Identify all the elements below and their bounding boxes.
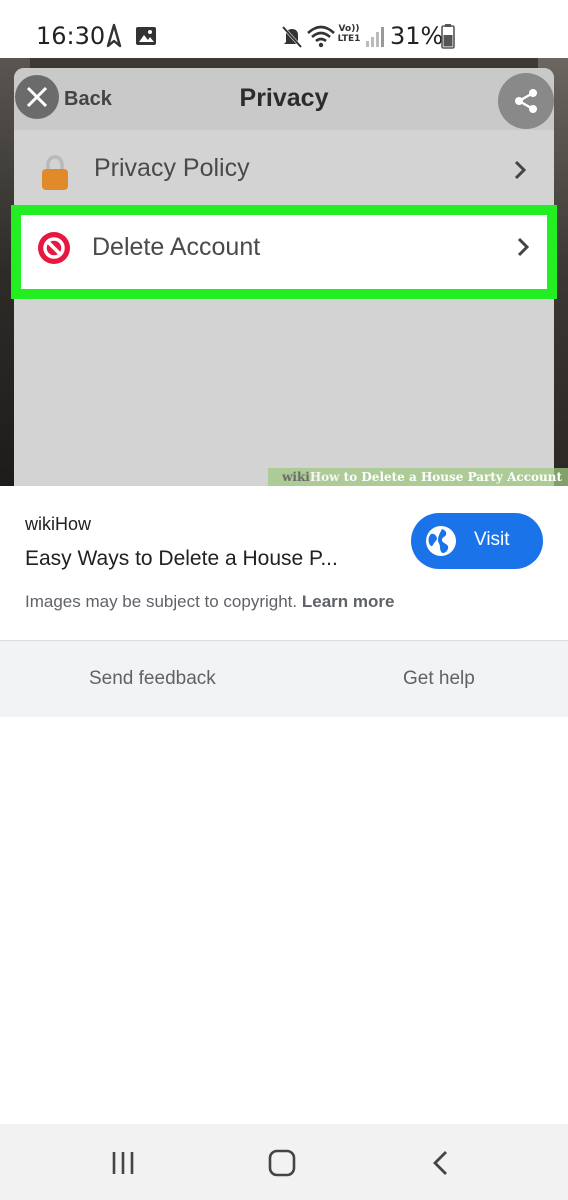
back-nav-icon[interactable] xyxy=(424,1148,458,1178)
navigation-icon xyxy=(106,23,122,48)
pictured-row-label: Privacy Policy xyxy=(94,154,250,182)
close-button[interactable] xyxy=(15,75,59,119)
close-icon xyxy=(26,86,48,108)
visit-button[interactable]: Visit xyxy=(411,513,543,569)
learn-more-link[interactable]: Learn more xyxy=(302,592,395,611)
pictured-title: Privacy xyxy=(239,84,329,112)
mute-icon xyxy=(281,25,303,49)
chevron-right-icon xyxy=(514,160,527,180)
result-info-card: wikiHow Easy Ways to Delete a House P...… xyxy=(0,486,568,640)
lock-icon xyxy=(42,155,68,190)
share-icon xyxy=(515,89,537,113)
send-feedback-link[interactable]: Send feedback xyxy=(89,668,216,690)
battery-percent: 31% xyxy=(390,22,444,50)
result-title[interactable]: Easy Ways to Delete a House P... xyxy=(25,547,385,571)
system-nav-bar xyxy=(0,1124,568,1200)
chevron-right-icon xyxy=(517,237,530,257)
pictured-delete-account-row: Delete Account xyxy=(11,205,557,299)
signal-icon xyxy=(366,27,384,47)
network-label: Vo)) LTE1 xyxy=(337,24,361,44)
image-icon xyxy=(136,27,156,45)
wifi-icon xyxy=(307,25,335,48)
pictured-privacy-policy-row: Privacy Policy xyxy=(14,132,554,208)
pictured-app-header: Back Privacy xyxy=(14,68,554,130)
battery-icon xyxy=(441,24,455,49)
source-name[interactable]: wikiHow xyxy=(25,514,91,535)
prohibited-icon xyxy=(38,232,70,264)
share-button[interactable] xyxy=(498,73,554,129)
globe-icon xyxy=(426,526,456,556)
recent-apps-icon[interactable] xyxy=(107,1148,141,1178)
copyright-notice: Images may be subject to copyright. Lear… xyxy=(25,592,395,611)
visit-label: Visit xyxy=(474,529,510,550)
get-help-link[interactable]: Get help xyxy=(403,668,475,690)
home-icon[interactable] xyxy=(265,1148,299,1178)
footer-links: Send feedback Get help xyxy=(0,641,568,717)
pictured-row-label: Delete Account xyxy=(92,233,261,261)
watermark: wikiHow to Delete a House Party Account xyxy=(268,468,568,486)
result-image[interactable]: Back Privacy Privacy Policy Delete Accou… xyxy=(0,58,568,486)
status-time: 16:30 xyxy=(36,22,106,50)
